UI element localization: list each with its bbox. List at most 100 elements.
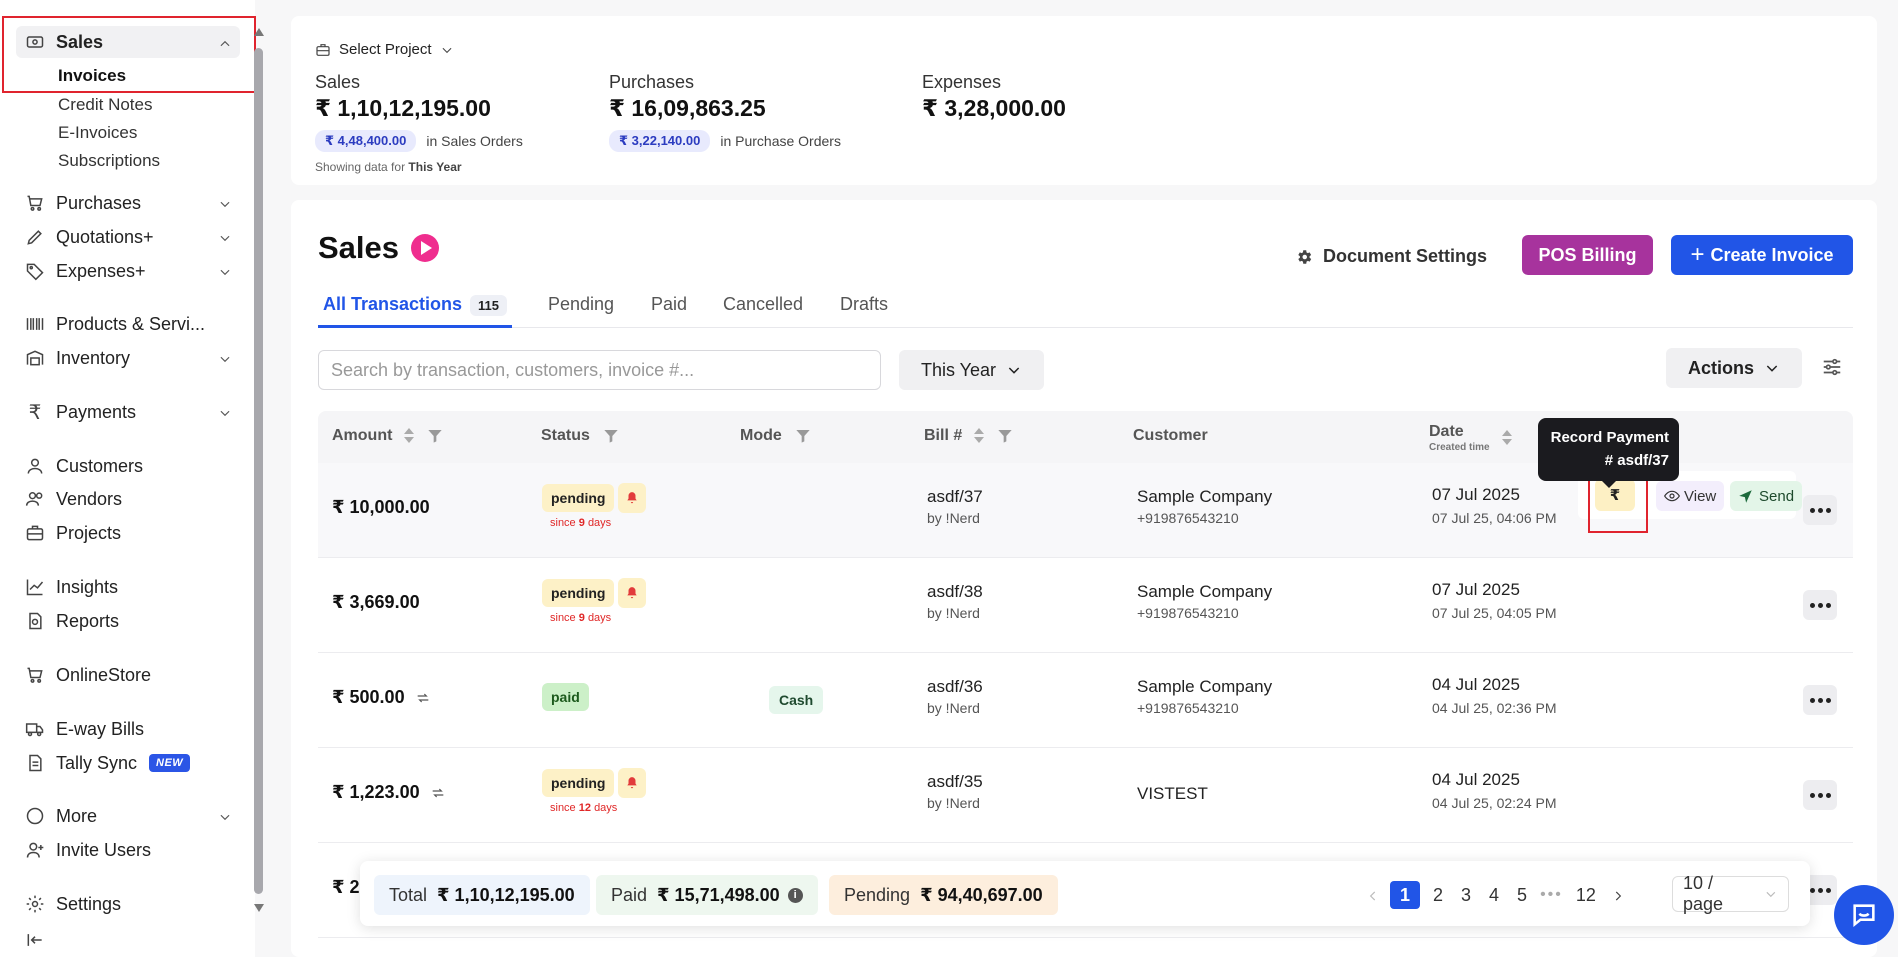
sidebar-item-purchases[interactable]: Purchases xyxy=(24,189,141,217)
filter-funnel-icon[interactable] xyxy=(426,428,444,444)
row-bill: asdf/35 by !Nerd xyxy=(927,772,983,811)
table-row[interactable]: ₹ 500.00 paid Cash asdf/36 by !Nerd Samp… xyxy=(318,653,1853,748)
year-filter-dropdown[interactable]: This Year xyxy=(899,350,1044,390)
next-page-icon[interactable] xyxy=(1611,888,1625,902)
filter-funnel-icon[interactable] xyxy=(602,428,620,444)
more-options-button[interactable] xyxy=(1803,495,1837,525)
bell-icon[interactable] xyxy=(618,578,647,608)
view-button[interactable]: View xyxy=(1656,481,1725,511)
tab-pending[interactable]: Pending xyxy=(543,294,619,328)
sidebar-item-projects[interactable]: Projects xyxy=(24,519,121,547)
bill-number: asdf/38 xyxy=(927,582,983,601)
sidebar-item-settings[interactable]: Settings xyxy=(24,890,121,918)
rupee-icon: ₹ xyxy=(28,401,42,424)
th-amount[interactable]: Amount xyxy=(332,427,444,445)
tab-all-transactions[interactable]: All Transactions 115 xyxy=(318,294,513,328)
document-settings-button[interactable]: Document Settings xyxy=(1295,246,1487,267)
sidebar-item-onlinestore[interactable]: OnlineStore xyxy=(24,661,151,689)
select-project-dropdown[interactable]: Select Project xyxy=(315,41,454,58)
bell-icon[interactable] xyxy=(618,483,647,513)
play-video-icon[interactable] xyxy=(411,234,440,262)
chevron-down-icon[interactable] xyxy=(218,405,232,419)
sidebar-item-insights[interactable]: Insights xyxy=(24,573,118,601)
filter-funnel-icon[interactable] xyxy=(996,428,1014,444)
tab-paid[interactable]: Paid xyxy=(646,294,692,328)
page-5[interactable]: 5 xyxy=(1517,885,1527,906)
page-4[interactable]: 4 xyxy=(1489,885,1499,906)
sort-icon[interactable] xyxy=(1501,430,1512,446)
table-row[interactable]: ₹ 1,223.00 pending since 12 days asdf/35… xyxy=(318,748,1853,843)
chevron-up-icon[interactable] xyxy=(218,36,232,50)
chat-support-button[interactable] xyxy=(1834,885,1894,945)
chevron-down-icon[interactable] xyxy=(218,264,232,278)
chevron-down-icon[interactable] xyxy=(218,196,232,210)
sidebar-item-expenses[interactable]: Expenses+ xyxy=(24,257,146,285)
column-settings-button[interactable] xyxy=(1821,356,1843,378)
filter-funnel-icon[interactable] xyxy=(794,428,812,444)
send-button[interactable]: Send xyxy=(1730,481,1803,511)
th-mode[interactable]: Mode xyxy=(740,427,812,445)
tab-cancelled[interactable]: Cancelled xyxy=(718,294,808,328)
sidebar-sub-e-invoices[interactable]: E-Invoices xyxy=(58,123,137,143)
sort-icon[interactable] xyxy=(404,428,415,444)
bell-icon[interactable] xyxy=(618,768,647,798)
sidebar-item-quotations[interactable]: Quotations+ xyxy=(24,223,154,251)
scroll-down-arrow-icon[interactable] xyxy=(254,904,264,912)
chevron-down-icon[interactable] xyxy=(218,351,232,365)
sidebar-item-more[interactable]: More xyxy=(24,802,97,830)
page-12[interactable]: 12 xyxy=(1576,885,1596,906)
pos-billing-button[interactable]: POS Billing xyxy=(1522,235,1653,275)
th-status[interactable]: Status xyxy=(541,427,620,445)
search-input[interactable] xyxy=(318,350,881,390)
sidebar-item-invite-users[interactable]: Invite Users xyxy=(24,836,151,864)
page-title: Sales xyxy=(318,230,440,266)
sidebar-item-customers[interactable]: Customers xyxy=(24,452,143,480)
transaction-tabs: All Transactions 115 Pending Paid Cancell… xyxy=(318,286,1853,328)
chevron-down-icon[interactable] xyxy=(218,230,232,244)
scroll-up-arrow-icon[interactable] xyxy=(254,28,264,36)
more-options-button[interactable] xyxy=(1803,780,1837,810)
chevron-down-icon[interactable] xyxy=(218,809,232,823)
prev-page-icon[interactable] xyxy=(1366,888,1380,902)
create-invoice-button[interactable]: + Create Invoice xyxy=(1671,235,1853,275)
sidebar-item-tally-sync[interactable]: Tally Sync NEW xyxy=(24,749,191,777)
sidebar-item-payments[interactable]: ₹ Payments xyxy=(24,398,136,426)
bill-creator: by !Nerd xyxy=(927,795,980,811)
purchase-orders-pill: ₹ 3,22,140.00 xyxy=(609,130,711,152)
sidebar-item-label: Reports xyxy=(56,610,120,631)
table-row[interactable]: ₹ 3,669.00 pending since 9 days asdf/38 … xyxy=(318,558,1853,653)
tab-drafts[interactable]: Drafts xyxy=(835,294,893,328)
actions-dropdown[interactable]: Actions xyxy=(1666,348,1802,388)
collapse-sidebar-button[interactable] xyxy=(24,926,56,954)
sidebar-item-products[interactable]: Products & Servi... xyxy=(24,310,205,338)
recurring-icon xyxy=(432,788,443,797)
bill-creator: by !Nerd xyxy=(927,510,980,526)
paid-label: Paid xyxy=(611,884,648,905)
page-2[interactable]: 2 xyxy=(1433,885,1443,906)
sidebar-sub-invoices[interactable]: Invoices xyxy=(58,66,126,86)
sidebar-item-vendors[interactable]: Vendors xyxy=(24,485,122,513)
page-size-label: 10 / page xyxy=(1683,873,1724,914)
sidebar-sub-subscriptions[interactable]: Subscriptions xyxy=(58,151,160,171)
page-1[interactable]: 1 xyxy=(1390,881,1420,909)
page-3[interactable]: 3 xyxy=(1461,885,1471,906)
sort-icon[interactable] xyxy=(974,428,985,444)
page-size-select[interactable]: 10 / page xyxy=(1672,873,1789,914)
th-bill[interactable]: Bill # xyxy=(924,427,1014,445)
ellipsis-icon[interactable]: ••• xyxy=(1540,886,1563,904)
scrollbar-thumb[interactable] xyxy=(254,48,263,894)
bill-number: asdf/36 xyxy=(927,677,983,696)
info-icon[interactable]: i xyxy=(787,887,803,903)
sidebar-scrollbar[interactable] xyxy=(253,28,264,912)
send-icon xyxy=(1739,489,1752,503)
created-time: 04 Jul 25, 02:24 PM xyxy=(1432,795,1557,811)
sidebar-item-eway-bills[interactable]: E-way Bills xyxy=(24,715,144,743)
th-date[interactable]: Date Created time xyxy=(1429,423,1512,453)
sidebar-sales-label-row[interactable]: Sales xyxy=(24,28,103,56)
more-options-button[interactable] xyxy=(1803,685,1837,715)
more-options-button[interactable] xyxy=(1803,590,1837,620)
sidebar-sub-credit-notes[interactable]: Credit Notes xyxy=(58,95,152,115)
status-badge: pending xyxy=(542,484,615,512)
sidebar-item-inventory[interactable]: Inventory xyxy=(24,344,130,372)
sidebar-item-reports[interactable]: Reports xyxy=(24,607,119,635)
